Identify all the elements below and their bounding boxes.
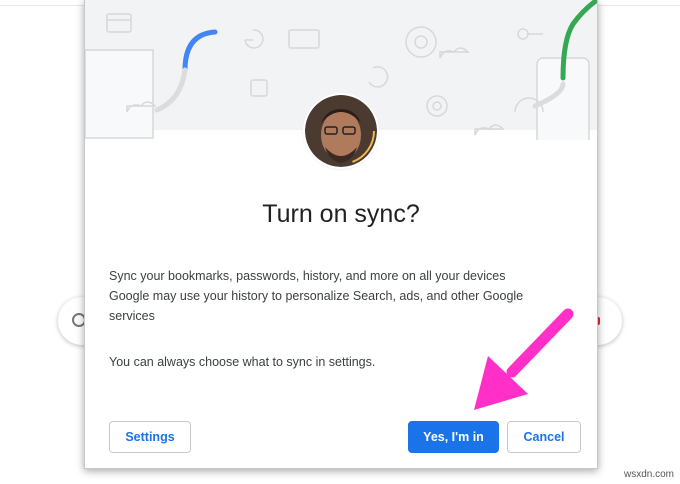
- dialog-title: Turn on sync?: [262, 200, 420, 228]
- sync-dialog: Turn on sync? Sync your bookmarks, passw…: [84, 0, 598, 469]
- watermark: wsxdn.com: [623, 469, 674, 480]
- description-line-2: Google may use your history to personali…: [109, 289, 524, 323]
- settings-button[interactable]: Settings: [109, 421, 191, 453]
- dialog-description: Sync your bookmarks, passwords, history,…: [109, 266, 549, 326]
- avatar: [305, 95, 377, 167]
- user-photo: [305, 95, 377, 167]
- settings-note: You can always choose what to sync in se…: [109, 355, 376, 369]
- confirm-sync-button[interactable]: Yes, I'm in: [408, 421, 499, 453]
- cancel-button[interactable]: Cancel: [507, 421, 581, 453]
- description-line-1: Sync your bookmarks, passwords, history,…: [109, 269, 506, 283]
- laptop-illustration: [85, 49, 154, 139]
